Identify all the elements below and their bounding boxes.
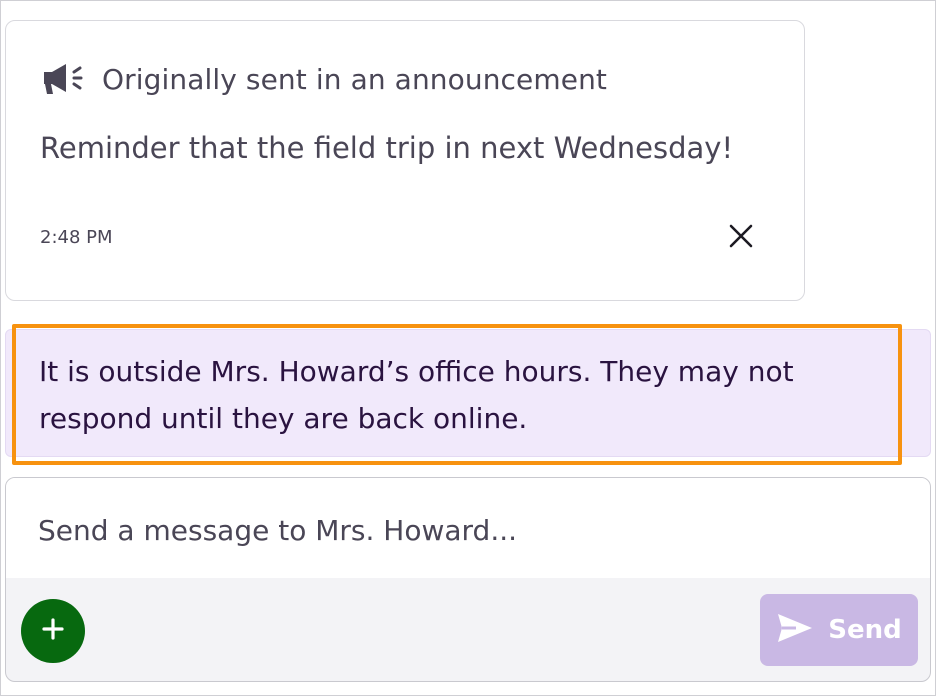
- chat-panel: Originally sent in an announcement Remin…: [0, 0, 936, 696]
- message-input[interactable]: [38, 508, 898, 552]
- close-button[interactable]: [722, 219, 760, 257]
- office-hours-notice-text: It is outside Mrs. Howard’s office hours…: [39, 355, 794, 435]
- add-attachment-button[interactable]: [21, 599, 85, 663]
- announcement-timestamp: 2:48 PM: [40, 227, 113, 248]
- send-label: Send: [828, 615, 902, 645]
- announcement-title: Originally sent in an announcement: [102, 62, 608, 96]
- message-composer: Send: [5, 477, 931, 682]
- announcement-header: Originally sent in an announcement: [42, 61, 607, 97]
- send-icon: [776, 612, 814, 648]
- send-button[interactable]: Send: [760, 594, 918, 666]
- composer-input-area: [6, 478, 930, 578]
- plus-icon: [41, 617, 65, 645]
- announcement-card: Originally sent in an announcement Remin…: [5, 20, 805, 301]
- announcement-body: Reminder that the field trip in next Wed…: [40, 131, 734, 165]
- megaphone-icon: [42, 61, 86, 97]
- close-icon: [728, 223, 754, 253]
